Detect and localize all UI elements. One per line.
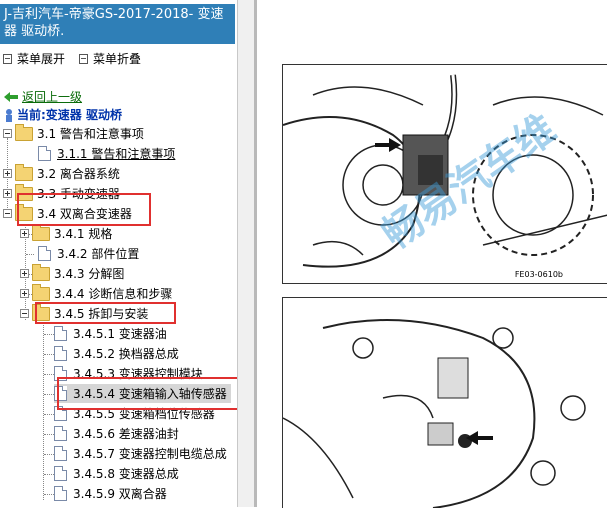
page-icon	[54, 326, 67, 341]
page-icon	[54, 446, 67, 461]
figure-code-label: FE03-0610b	[514, 270, 563, 279]
page-icon	[38, 146, 51, 161]
folder-icon	[15, 163, 33, 181]
content-pane: FE03-0610b 畅易汽车维	[257, 0, 607, 508]
folder-icon	[32, 283, 50, 301]
expand-icon[interactable]	[20, 269, 29, 278]
diagram-figure-bottom	[282, 297, 607, 508]
tree-item-3-4-5-7[interactable]: 3.4.5.7 变速器控制电缆总成	[54, 444, 227, 463]
sensor-location-diagram	[283, 319, 586, 508]
expand-menu-link[interactable]: 菜单展开	[17, 50, 65, 67]
page-icon	[38, 246, 51, 261]
folder-icon	[32, 263, 50, 281]
collapse-icon[interactable]	[3, 209, 12, 218]
tree-item-label: 3.1 警告和注意事项	[37, 127, 144, 141]
folder-icon	[32, 223, 50, 241]
expand-icon[interactable]	[3, 189, 12, 198]
highlight-box	[35, 302, 176, 324]
tree-item-3-1-1[interactable]: 3.1.1 警告和注意事项	[38, 144, 175, 163]
collapse-icon[interactable]	[3, 129, 12, 138]
tree-item-label: 3.4.2 部件位置	[57, 247, 140, 261]
tree-item-3-4-5-8[interactable]: 3.4.5.8 变速器总成	[54, 464, 179, 483]
expand-icon[interactable]	[3, 169, 12, 178]
tree-item-label: 3.4.1 规格	[54, 227, 113, 241]
expand-icon	[3, 53, 12, 64]
highlight-box	[57, 377, 242, 410]
expand-icon[interactable]	[20, 289, 29, 298]
tree-item-3-2[interactable]: 3.2 离合器系统	[3, 163, 120, 183]
collapse-menu-link[interactable]: 菜单折叠	[93, 50, 141, 67]
highlight-box	[17, 193, 151, 226]
location-icon	[6, 108, 12, 122]
menu-toggle-row: 菜单展开 菜单折叠	[3, 50, 155, 67]
tree-item-label: 3.4.5.7 变速器控制电缆总成	[73, 447, 227, 461]
page-icon	[54, 466, 67, 481]
tree-item-3-4-2[interactable]: 3.4.2 部件位置	[38, 244, 139, 263]
tree-item-3-1[interactable]: 3.1 警告和注意事项	[3, 123, 144, 143]
page-icon	[54, 426, 67, 441]
tree-item-label: 3.4.5.8 变速器总成	[73, 467, 179, 481]
tree-item-3-4-3[interactable]: 3.4.3 分解图	[20, 263, 125, 283]
tree-item-label: 3.4.3 分解图	[54, 267, 125, 281]
back-link-label: 返回上一级	[22, 90, 83, 104]
collapse-icon	[79, 53, 89, 64]
page-icon	[54, 486, 67, 501]
folder-open-icon	[15, 123, 33, 141]
tree-item-label: 3.4.5.6 差速器油封	[73, 427, 179, 441]
tree-item-3-4-4[interactable]: 3.4.4 诊断信息和步骤	[20, 283, 173, 303]
page-icon	[54, 346, 67, 361]
tree-item-3-4-5-6[interactable]: 3.4.5.6 差速器油封	[54, 424, 179, 443]
tree-item-3-4-1[interactable]: 3.4.1 规格	[20, 223, 113, 243]
tree-item-label: 3.4.5.1 变速器油	[73, 327, 167, 341]
tree-item-label: 3.1.1 警告和注意事项	[57, 147, 176, 161]
current-location: 当前:变速器 驱动桥	[3, 106, 122, 123]
current-location-label: 当前:变速器 驱动桥	[17, 108, 122, 122]
tree-item-label: 3.4.5.9 双离合器	[73, 487, 167, 501]
tree-item-3-4-5-9[interactable]: 3.4.5.9 双离合器	[54, 484, 167, 503]
tree-item-3-4-5-2[interactable]: 3.4.5.2 换档器总成	[54, 344, 179, 363]
page-title: J-吉利汽车-帝豪GS-2017-2018- 变速器 驱动桥.	[0, 4, 235, 44]
sidebar-scrollbar[interactable]	[237, 0, 255, 507]
tree-item-label: 3.2 离合器系统	[37, 167, 120, 181]
expand-icon[interactable]	[20, 229, 29, 238]
tree-item-label: 3.4.5.2 换档器总成	[73, 347, 179, 361]
sidebar: J-吉利汽车-帝豪GS-2017-2018- 变速器 驱动桥. 菜单展开 菜单折…	[0, 0, 242, 507]
collapse-icon[interactable]	[20, 309, 29, 318]
tree-item-label: 3.4.4 诊断信息和步骤	[54, 287, 173, 301]
back-link[interactable]: 返回上一级	[3, 88, 82, 105]
tree-item-3-4-5-1[interactable]: 3.4.5.1 变速器油	[54, 324, 167, 343]
back-arrow-icon	[4, 91, 18, 102]
